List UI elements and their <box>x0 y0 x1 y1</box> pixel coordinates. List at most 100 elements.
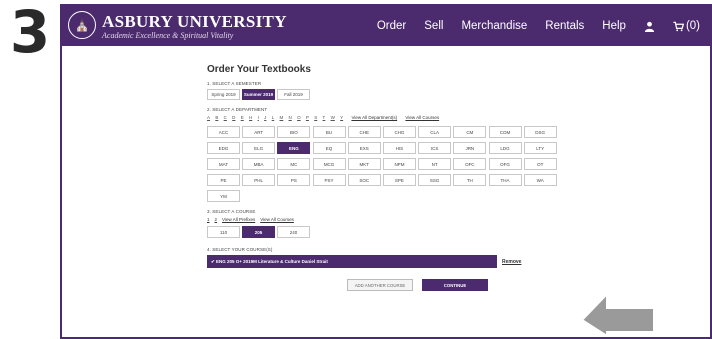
department-option[interactable]: HIS <box>382 142 416 154</box>
add-another-course-button[interactable]: ADD ANOTHER COURSE <box>347 279 413 291</box>
department-option[interactable]: CLA <box>418 126 452 138</box>
department-option[interactable]: PHL <box>242 174 276 186</box>
department-option[interactable]: MC <box>277 158 311 170</box>
department-letter-filter: A B C D E H I J L M N O P S T W Y View A… <box>207 115 587 120</box>
brand-name[interactable]: ASBURY UNIVERSITY <box>102 12 287 32</box>
course-option-selected[interactable]: 205 <box>242 226 275 238</box>
department-option-selected[interactable]: ENG <box>277 142 311 154</box>
semester-option-selected[interactable]: Summer 2019 <box>242 89 275 100</box>
cart-count: (0) <box>685 20 700 32</box>
page-title: Order Your Textbooks <box>207 64 311 75</box>
course-option[interactable]: 240 <box>277 226 310 238</box>
cart-button[interactable]: (0) <box>673 20 700 32</box>
continue-button[interactable]: CONTINUE <box>422 279 488 291</box>
department-option[interactable]: JRN <box>453 142 487 154</box>
department-option[interactable]: SOC <box>347 174 381 186</box>
course-pagination: 1 2 View All Prefixes View All Courses <box>207 217 587 222</box>
user-icon[interactable] <box>644 21 655 32</box>
department-option[interactable]: ACC <box>207 126 240 138</box>
view-all-departments-link[interactable]: View All Department(s) <box>351 115 397 120</box>
department-option[interactable]: YM <box>207 190 240 202</box>
browser-frame: ⛪ ASBURY UNIVERSITY Academic Excellence … <box>60 4 712 339</box>
nav-sell[interactable]: Sell <box>424 20 443 32</box>
letter-link[interactable]: E <box>241 115 244 120</box>
department-option[interactable]: CHG <box>382 126 416 138</box>
department-option[interactable]: EXS <box>347 142 381 154</box>
view-all-prefixes-link[interactable]: View All Prefixes <box>222 217 255 222</box>
semester-label: 1. SELECT A SEMESTER <box>207 81 262 86</box>
view-all-courses-link[interactable]: View All Courses <box>405 115 439 120</box>
letter-link[interactable]: M <box>280 115 284 120</box>
course-page-link[interactable]: 1 <box>207 217 210 222</box>
letter-link[interactable]: T <box>323 115 326 120</box>
letter-link[interactable]: S <box>314 115 317 120</box>
department-option[interactable]: ELG <box>242 142 276 154</box>
department-option[interactable]: SPE <box>382 174 416 186</box>
selected-course-row: ✔ ENG 205 O+ 2019M Literature & Culture … <box>207 255 587 268</box>
letter-link[interactable]: L <box>272 115 275 120</box>
department-option[interactable]: BU <box>312 126 346 138</box>
cart-icon <box>673 21 684 31</box>
department-option[interactable]: COM <box>488 126 522 138</box>
department-option[interactable]: EQ <box>312 142 346 154</box>
brand-tagline: Academic Excellence & Spiritual Vitality <box>102 31 234 40</box>
department-option[interactable]: ART <box>242 126 276 138</box>
department-label: 2. SELECT A DEPARTMENT <box>207 107 268 112</box>
department-option[interactable]: MKT <box>347 158 381 170</box>
letter-link[interactable]: H <box>249 115 252 120</box>
letter-link[interactable]: W <box>331 115 335 120</box>
nav-rentals[interactable]: Rentals <box>545 20 584 32</box>
nav-order[interactable]: Order <box>377 20 406 32</box>
department-option[interactable]: THA <box>488 174 522 186</box>
department-option[interactable]: LTY <box>523 142 557 154</box>
course-options: 110 205 240 <box>207 226 587 238</box>
department-option[interactable]: NPM <box>382 158 416 170</box>
department-option[interactable]: MAT <box>207 158 240 170</box>
university-seal-icon[interactable]: ⛪ <box>68 11 96 39</box>
department-option[interactable]: NT <box>418 158 452 170</box>
department-option[interactable]: CM <box>453 126 487 138</box>
course-label: 3. SELECT A COURSE <box>207 209 256 214</box>
department-option[interactable]: MBA <box>242 158 276 170</box>
letter-link[interactable]: P <box>306 115 309 120</box>
nav-merchandise[interactable]: Merchandise <box>461 20 527 32</box>
department-option[interactable]: PSY <box>312 174 346 186</box>
department-option[interactable]: ICS <box>418 142 452 154</box>
department-option[interactable]: TH <box>453 174 487 186</box>
department-option[interactable]: WA <box>523 174 557 186</box>
step-number: 3 <box>9 0 51 66</box>
nav-links: Order Sell Merchandise Rentals Help (0) <box>377 6 700 46</box>
view-all-courses-link[interactable]: View All Courses <box>260 217 294 222</box>
top-navbar: ⛪ ASBURY UNIVERSITY Academic Excellence … <box>62 6 710 46</box>
department-option[interactable]: OFC <box>453 158 487 170</box>
department-option[interactable]: BIO <box>277 126 311 138</box>
nav-help[interactable]: Help <box>602 20 626 32</box>
department-option[interactable]: LDG <box>488 142 522 154</box>
department-option[interactable]: OFG <box>488 158 522 170</box>
department-option[interactable]: SSG <box>418 174 452 186</box>
semester-option[interactable]: Spring 2019 <box>207 89 240 100</box>
letter-link[interactable]: O <box>297 115 301 120</box>
letter-link[interactable]: Y <box>340 115 343 120</box>
department-option[interactable]: OT <box>523 158 557 170</box>
letter-link[interactable]: B <box>215 115 218 120</box>
letter-link[interactable]: I <box>258 115 259 120</box>
semester-options: Spring 2019 Summer 2019 Fall 2019 <box>207 89 587 100</box>
semester-option[interactable]: Fall 2019 <box>277 89 310 100</box>
remove-link[interactable]: Remove <box>502 259 521 265</box>
department-option[interactable]: DSG <box>523 126 557 138</box>
letter-link[interactable]: J <box>264 115 266 120</box>
department-option[interactable]: EDG <box>207 142 240 154</box>
letter-link[interactable]: N <box>289 115 292 120</box>
selected-course[interactable]: ✔ ENG 205 O+ 2019M Literature & Culture … <box>207 255 497 268</box>
letter-link[interactable]: A <box>207 115 210 120</box>
department-option[interactable]: MCG <box>312 158 346 170</box>
course-page-link[interactable]: 2 <box>215 217 218 222</box>
order-form: Order Your Textbooks 1. SELECT A SEMESTE… <box>207 64 587 291</box>
course-option[interactable]: 110 <box>207 226 240 238</box>
department-option[interactable]: PE <box>207 174 240 186</box>
letter-link[interactable]: D <box>232 115 235 120</box>
letter-link[interactable]: C <box>224 115 227 120</box>
department-option[interactable]: PS <box>277 174 311 186</box>
department-option[interactable]: CHE <box>347 126 381 138</box>
